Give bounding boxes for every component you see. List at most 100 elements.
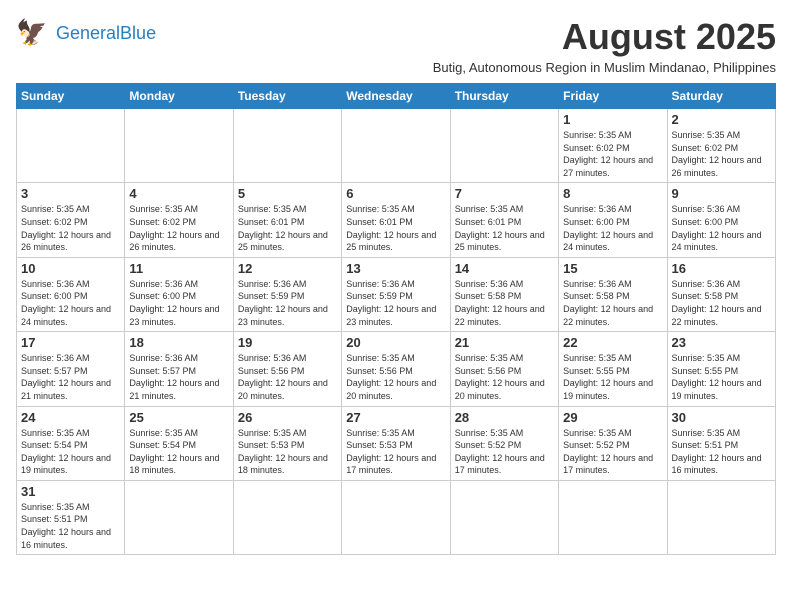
- day-number: 22: [563, 335, 662, 350]
- day-number: 25: [129, 410, 228, 425]
- logo: 🦅 GeneralBlue: [16, 16, 156, 52]
- header: 🦅 GeneralBlue August 2025 Butig, Autonom…: [16, 16, 776, 75]
- calendar-cell: [342, 109, 450, 183]
- day-info: Sunrise: 5:35 AM Sunset: 6:02 PM Dayligh…: [672, 129, 771, 179]
- week-row-5: 31 Sunrise: 5:35 AM Sunset: 5:51 PM Dayli…: [17, 480, 776, 554]
- calendar-cell: [125, 109, 233, 183]
- svg-text:🦅: 🦅: [16, 17, 47, 47]
- calendar-cell: [559, 480, 667, 554]
- day-info: Sunrise: 5:35 AM Sunset: 5:53 PM Dayligh…: [238, 427, 337, 477]
- day-number: 10: [21, 261, 120, 276]
- day-info: Sunrise: 5:35 AM Sunset: 5:52 PM Dayligh…: [563, 427, 662, 477]
- day-number: 16: [672, 261, 771, 276]
- day-number: 8: [563, 186, 662, 201]
- weekday-header-thursday: Thursday: [450, 84, 558, 109]
- calendar-cell: 25Sunrise: 5:35 AM Sunset: 5:54 PM Dayli…: [125, 406, 233, 480]
- calendar-cell: [17, 109, 125, 183]
- day-number: 12: [238, 261, 337, 276]
- calendar-cell: 20Sunrise: 5:35 AM Sunset: 5:56 PM Dayli…: [342, 332, 450, 406]
- day-info: Sunrise: 5:36 AM Sunset: 6:00 PM Dayligh…: [672, 203, 771, 253]
- calendar-cell: 26 Sunrise: 5:35 AM Sunset: 5:53 PM Dayli…: [233, 406, 341, 480]
- calendar-cell: 13 Sunrise: 5:36 AM Sunset: 5:59 PM Dayli…: [342, 257, 450, 331]
- subtitle: Butig, Autonomous Region in Muslim Minda…: [433, 60, 776, 75]
- day-number: 13: [346, 261, 445, 276]
- day-info: Sunrise: 5:35 AM Sunset: 5:52 PM Dayligh…: [455, 427, 554, 477]
- weekday-header-row: SundayMondayTuesdayWednesdayThursdayFrid…: [17, 84, 776, 109]
- calendar-cell: 24Sunrise: 5:35 AM Sunset: 5:54 PM Dayli…: [17, 406, 125, 480]
- title-block: August 2025 Butig, Autonomous Region in …: [433, 16, 776, 75]
- logo-general: General: [56, 23, 120, 43]
- day-info: Sunrise: 5:35 AM Sunset: 6:01 PM Dayligh…: [455, 203, 554, 253]
- day-number: 30: [672, 410, 771, 425]
- weekday-header-monday: Monday: [125, 84, 233, 109]
- week-row-3: 17 Sunrise: 5:36 AM Sunset: 5:57 PM Dayli…: [17, 332, 776, 406]
- day-number: 20: [346, 335, 445, 350]
- calendar-cell: [125, 480, 233, 554]
- day-number: 11: [129, 261, 228, 276]
- weekday-header-friday: Friday: [559, 84, 667, 109]
- calendar-cell: 29 Sunrise: 5:35 AM Sunset: 5:52 PM Dayli…: [559, 406, 667, 480]
- day-number: 3: [21, 186, 120, 201]
- calendar-cell: [667, 480, 775, 554]
- calendar-cell: 14 Sunrise: 5:36 AM Sunset: 5:58 PM Dayli…: [450, 257, 558, 331]
- calendar-cell: 5Sunrise: 5:35 AM Sunset: 6:01 PM Daylig…: [233, 183, 341, 257]
- logo-icon: 🦅: [16, 16, 52, 52]
- calendar-cell: 22 Sunrise: 5:35 AM Sunset: 5:55 PM Dayli…: [559, 332, 667, 406]
- calendar-cell: 1Sunrise: 5:35 AM Sunset: 6:02 PM Daylig…: [559, 109, 667, 183]
- day-info: Sunrise: 5:36 AM Sunset: 5:58 PM Dayligh…: [672, 278, 771, 328]
- day-number: 15: [563, 261, 662, 276]
- day-info: Sunrise: 5:35 AM Sunset: 5:55 PM Dayligh…: [563, 352, 662, 402]
- calendar-cell: 12 Sunrise: 5:36 AM Sunset: 5:59 PM Dayli…: [233, 257, 341, 331]
- calendar-cell: 3Sunrise: 5:35 AM Sunset: 6:02 PM Daylig…: [17, 183, 125, 257]
- day-number: 7: [455, 186, 554, 201]
- day-number: 6: [346, 186, 445, 201]
- day-info: Sunrise: 5:36 AM Sunset: 5:58 PM Dayligh…: [563, 278, 662, 328]
- day-info: Sunrise: 5:35 AM Sunset: 5:51 PM Dayligh…: [672, 427, 771, 477]
- day-number: 18: [129, 335, 228, 350]
- day-info: Sunrise: 5:36 AM Sunset: 5:57 PM Dayligh…: [21, 352, 120, 402]
- day-number: 17: [21, 335, 120, 350]
- day-number: 24: [21, 410, 120, 425]
- calendar-cell: 15 Sunrise: 5:36 AM Sunset: 5:58 PM Dayli…: [559, 257, 667, 331]
- calendar-cell: [233, 109, 341, 183]
- day-info: Sunrise: 5:36 AM Sunset: 5:58 PM Dayligh…: [455, 278, 554, 328]
- day-info: Sunrise: 5:36 AM Sunset: 5:56 PM Dayligh…: [238, 352, 337, 402]
- day-number: 28: [455, 410, 554, 425]
- week-row-2: 10 Sunrise: 5:36 AM Sunset: 6:00 PM Dayli…: [17, 257, 776, 331]
- day-number: 2: [672, 112, 771, 127]
- calendar-cell: 18 Sunrise: 5:36 AM Sunset: 5:57 PM Dayli…: [125, 332, 233, 406]
- calendar-cell: 31 Sunrise: 5:35 AM Sunset: 5:51 PM Dayli…: [17, 480, 125, 554]
- weekday-header-wednesday: Wednesday: [342, 84, 450, 109]
- week-row-1: 3Sunrise: 5:35 AM Sunset: 6:02 PM Daylig…: [17, 183, 776, 257]
- calendar-cell: [233, 480, 341, 554]
- weekday-header-tuesday: Tuesday: [233, 84, 341, 109]
- calendar-cell: [450, 109, 558, 183]
- day-info: Sunrise: 5:36 AM Sunset: 5:59 PM Dayligh…: [238, 278, 337, 328]
- day-info: Sunrise: 5:36 AM Sunset: 6:00 PM Dayligh…: [21, 278, 120, 328]
- day-info: Sunrise: 5:36 AM Sunset: 6:00 PM Dayligh…: [129, 278, 228, 328]
- day-number: 9: [672, 186, 771, 201]
- calendar-cell: 11 Sunrise: 5:36 AM Sunset: 6:00 PM Dayli…: [125, 257, 233, 331]
- week-row-0: 1Sunrise: 5:35 AM Sunset: 6:02 PM Daylig…: [17, 109, 776, 183]
- day-number: 27: [346, 410, 445, 425]
- day-info: Sunrise: 5:35 AM Sunset: 5:51 PM Dayligh…: [21, 501, 120, 551]
- day-number: 26: [238, 410, 337, 425]
- week-row-4: 24Sunrise: 5:35 AM Sunset: 5:54 PM Dayli…: [17, 406, 776, 480]
- day-number: 31: [21, 484, 120, 499]
- logo-blue: Blue: [120, 23, 156, 43]
- day-info: Sunrise: 5:36 AM Sunset: 6:00 PM Dayligh…: [563, 203, 662, 253]
- day-number: 5: [238, 186, 337, 201]
- calendar-cell: 19 Sunrise: 5:36 AM Sunset: 5:56 PM Dayli…: [233, 332, 341, 406]
- day-info: Sunrise: 5:35 AM Sunset: 6:02 PM Dayligh…: [563, 129, 662, 179]
- day-number: 29: [563, 410, 662, 425]
- day-info: Sunrise: 5:36 AM Sunset: 5:57 PM Dayligh…: [129, 352, 228, 402]
- day-info: Sunrise: 5:35 AM Sunset: 5:55 PM Dayligh…: [672, 352, 771, 402]
- day-info: Sunrise: 5:36 AM Sunset: 5:59 PM Dayligh…: [346, 278, 445, 328]
- weekday-header-sunday: Sunday: [17, 84, 125, 109]
- day-number: 14: [455, 261, 554, 276]
- day-number: 19: [238, 335, 337, 350]
- calendar-cell: [450, 480, 558, 554]
- calendar-cell: 6Sunrise: 5:35 AM Sunset: 6:01 PM Daylig…: [342, 183, 450, 257]
- calendar-cell: 17 Sunrise: 5:36 AM Sunset: 5:57 PM Dayli…: [17, 332, 125, 406]
- calendar-cell: [342, 480, 450, 554]
